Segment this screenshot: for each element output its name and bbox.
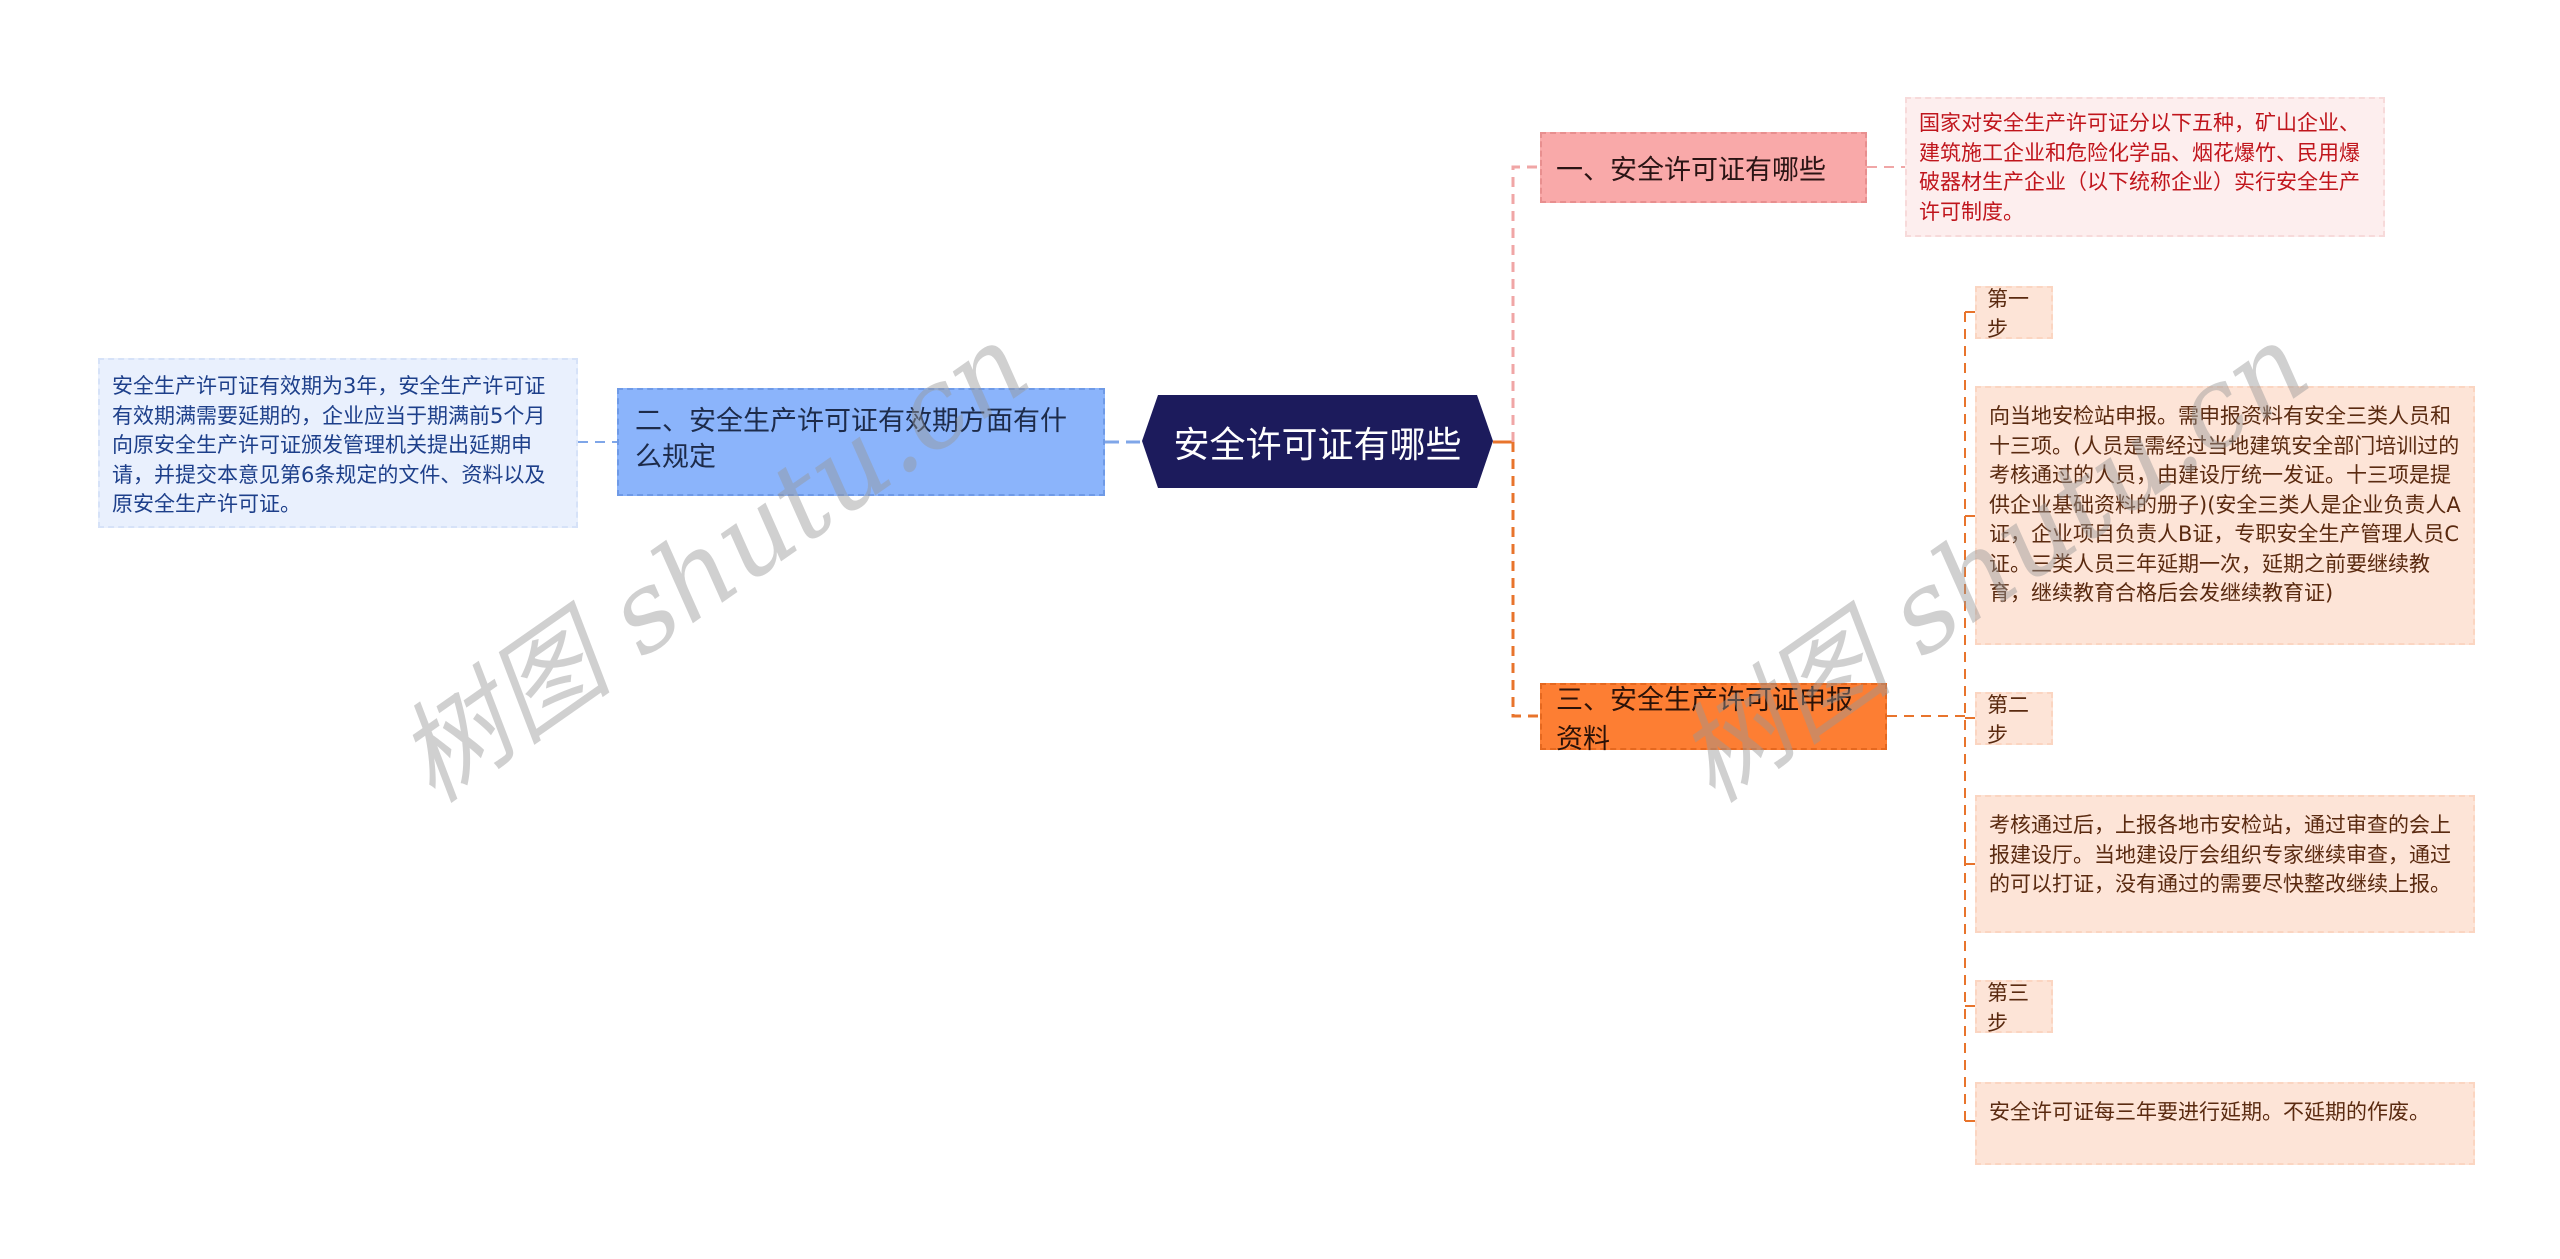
branch-validity-rules-label: 二、安全生产许可证有效期方面有什么规定 — [635, 406, 1067, 473]
step-3-node[interactable]: 第三步 — [1975, 980, 2053, 1035]
branch-license-types[interactable]: 一、安全许可证有哪些 — [1540, 132, 1867, 203]
step-2-content-node[interactable]: 考核通过后，上报各地市安检站，通过审查的会上报建设厅。当地建设厅会组织专家继续审… — [1975, 795, 2475, 933]
step-2-content-text: 考核通过后，上报各地市安检站，通过审查的会上报建设厅。当地建设厅会组织专家继续审… — [1989, 813, 2451, 896]
root-label: 安全许可证有哪些 — [1173, 424, 1462, 466]
step-3-label: 第三步 — [1987, 980, 2029, 1035]
connector-root-b3 — [1511, 442, 1540, 718]
branch-validity-rules-description-text: 安全生产许可证有效期为3年，安全生产许可证有效期满需要延期的，企业应当于期满前5… — [112, 374, 546, 516]
branch-validity-rules-description[interactable]: 安全生产许可证有效期为3年，安全生产许可证有效期满需要延期的，企业应当于期满前5… — [98, 358, 578, 528]
step-1-content-node[interactable]: 向当地安检站申报。需申报资料有安全三类人员和十三项。(人员是需经过当地建筑安全部… — [1975, 386, 2475, 645]
step-2-node[interactable]: 第二步 — [1975, 692, 2053, 747]
branch-validity-rules[interactable]: 二、安全生产许可证有效期方面有什么规定 — [617, 388, 1105, 496]
root-node[interactable]: 安全许可证有哪些 — [1142, 395, 1493, 488]
branch-application-materials[interactable]: 三、安全生产许可证申报资料 — [1540, 683, 1887, 755]
branch-application-materials-label: 三、安全生产许可证申报资料 — [1556, 684, 1853, 755]
step-2-label: 第二步 — [1987, 692, 2029, 747]
branch-license-types-description-text: 国家对安全生产许可证分以下五种，矿山企业、建筑施工企业和危险化学品、烟花爆竹、民… — [1919, 111, 2360, 224]
step-3-content-text: 安全许可证每三年要进行延期。不延期的作废。 — [1989, 1100, 2430, 1124]
branch-license-types-description[interactable]: 国家对安全生产许可证分以下五种，矿山企业、建筑施工企业和危险化学品、烟花爆竹、民… — [1905, 97, 2385, 237]
branch-license-types-label: 一、安全许可证有哪些 — [1556, 155, 1826, 186]
step-1-node[interactable]: 第一步 — [1975, 286, 2053, 341]
step-1-content-text: 向当地安检站申报。需申报资料有安全三类人员和十三项。(人员是需经过当地建筑安全部… — [1989, 404, 2461, 605]
connector-root-b1 — [1511, 165, 1540, 442]
step-3-content-node[interactable]: 安全许可证每三年要进行延期。不延期的作废。 — [1975, 1082, 2475, 1165]
step-1-label: 第一步 — [1987, 286, 2029, 341]
